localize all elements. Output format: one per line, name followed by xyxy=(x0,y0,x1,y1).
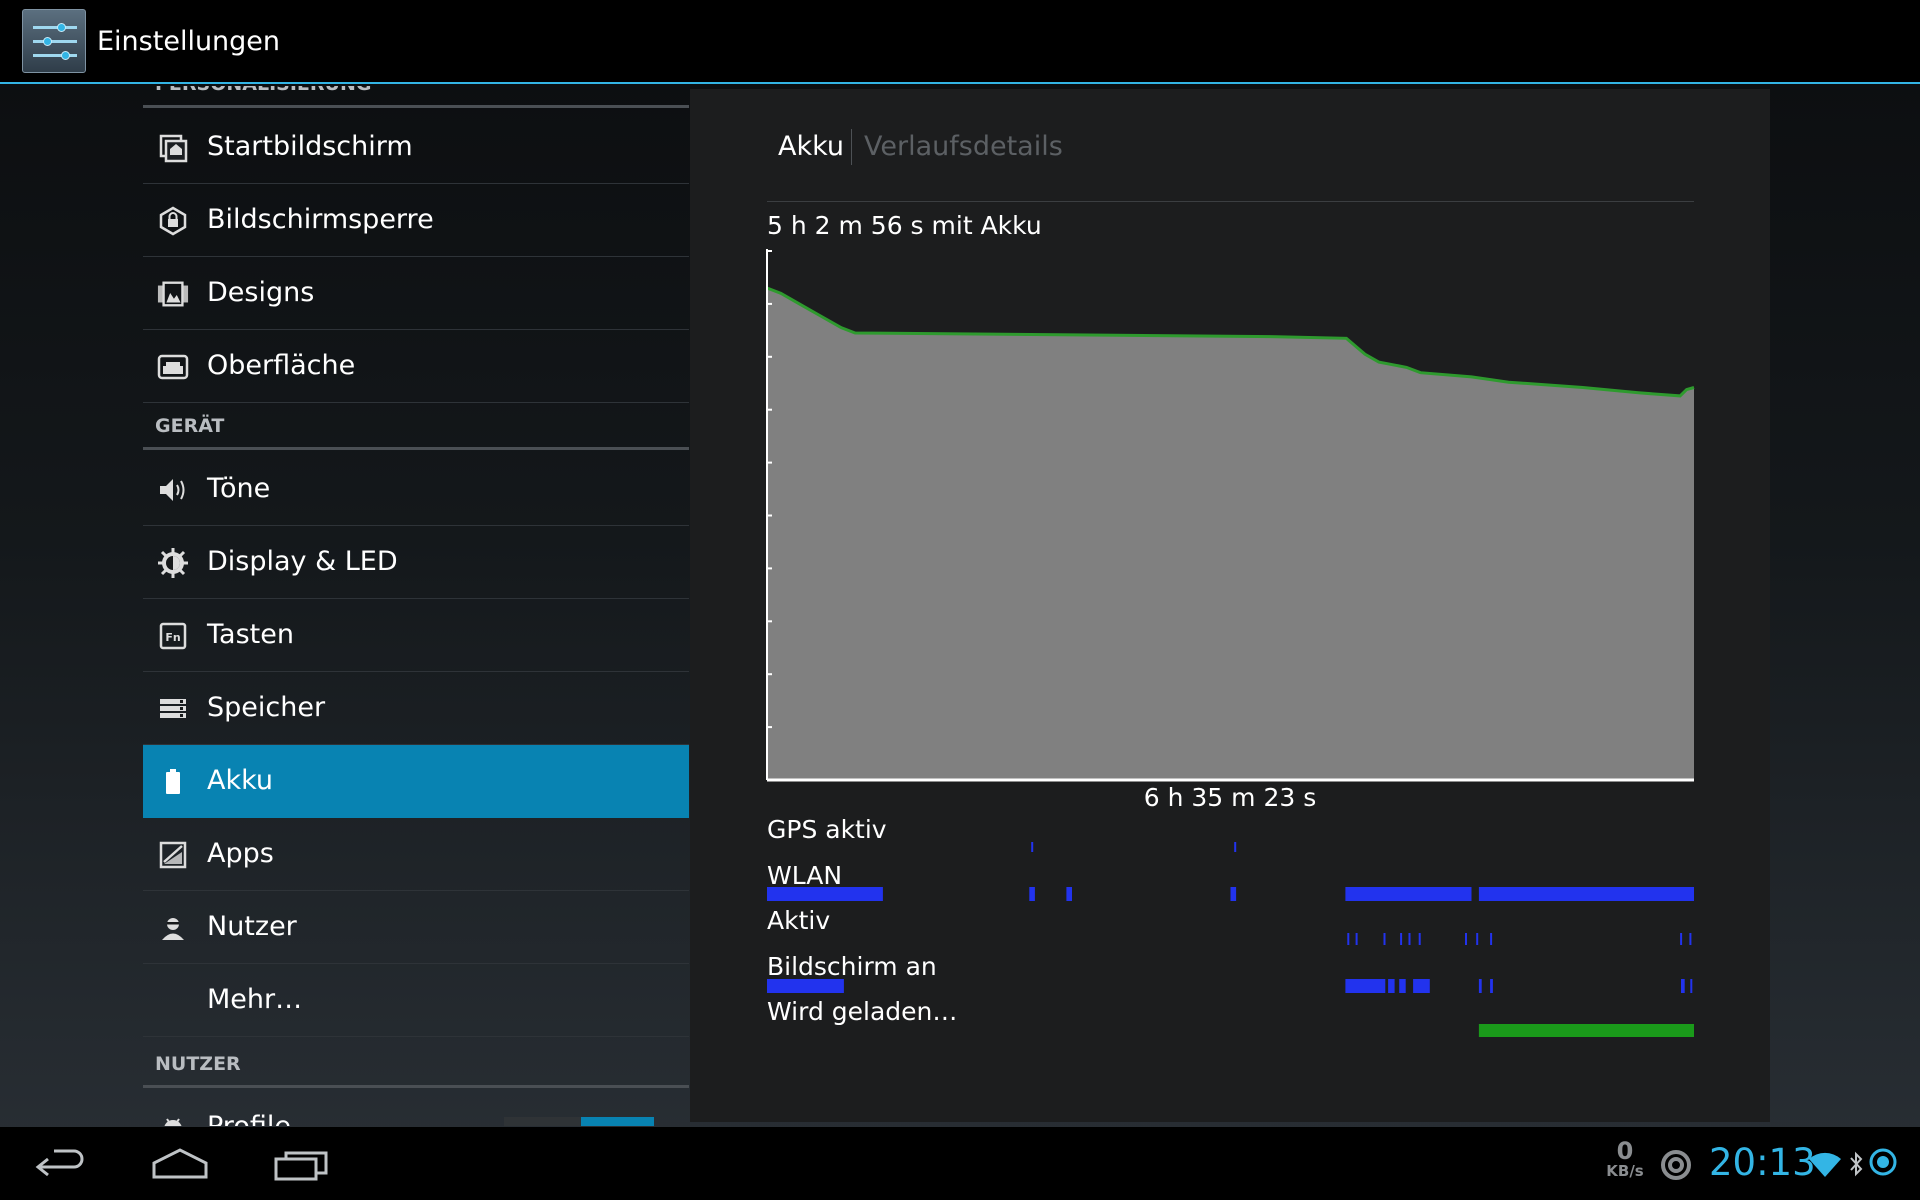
list-item-label: Designs xyxy=(207,277,315,308)
track-segment xyxy=(1478,887,1694,901)
list-item-akku[interactable]: Akku xyxy=(143,745,689,818)
brightness-icon xyxy=(157,547,189,579)
clock: 20:13 xyxy=(1709,1141,1816,1184)
list-item-nutzer[interactable]: Nutzer xyxy=(143,891,689,964)
track-label: Bildschirm an xyxy=(767,952,937,981)
list-item-label: Nutzer xyxy=(207,911,297,942)
storage-icon xyxy=(157,693,189,725)
track-segment xyxy=(1230,887,1237,901)
svg-text:Fn: Fn xyxy=(165,631,180,644)
list-item-label: Speicher xyxy=(207,692,326,723)
list-item-startbildschirm[interactable]: Startbildschirm xyxy=(143,111,689,184)
list-item-label: Display & LED xyxy=(207,546,398,577)
list-item-toene[interactable]: Töne xyxy=(143,453,689,526)
list-item-label: Startbildschirm xyxy=(207,131,413,162)
track-segment xyxy=(1345,887,1472,901)
track-segment xyxy=(1418,933,1421,945)
list-item-label: Mehr… xyxy=(207,984,303,1015)
theme-icon xyxy=(157,278,189,310)
navigation-bar: 0 KB/s 20:13 xyxy=(0,1127,1920,1200)
home-icon[interactable] xyxy=(150,1145,210,1185)
track-segment xyxy=(1476,933,1479,945)
profile-toggle[interactable]: AN xyxy=(504,1117,654,1126)
track-segment xyxy=(1355,933,1358,945)
fn-key-icon: Fn xyxy=(157,620,189,652)
settings-list[interactable]: PERSONALISIERUNG Startbildschirm Bildsch… xyxy=(143,86,689,1126)
settings-sliders-icon[interactable] xyxy=(22,9,86,73)
home-screen-icon xyxy=(157,132,189,164)
sync-spiral-icon xyxy=(1660,1149,1692,1181)
list-item-display[interactable]: Display & LED xyxy=(143,526,689,599)
track-segment xyxy=(1408,933,1411,945)
list-item-label: Töne xyxy=(207,473,271,504)
network-speed-value: 0 xyxy=(1616,1137,1634,1165)
track-segment xyxy=(1690,979,1693,993)
track-segment xyxy=(1490,933,1493,945)
list-item-label: Bildschirmsperre xyxy=(207,204,434,235)
section-header-user: NUTZER xyxy=(143,1042,689,1088)
back-arrow-icon[interactable] xyxy=(30,1145,90,1185)
track-segment xyxy=(1399,979,1406,993)
network-speed-unit: KB/s xyxy=(1606,1162,1644,1180)
track-segment xyxy=(1478,1024,1694,1037)
action-bar: Einstellungen xyxy=(0,0,1920,84)
battery-level-area xyxy=(767,288,1694,780)
battery-icon xyxy=(157,766,189,798)
battery-status-icon xyxy=(1868,1147,1898,1177)
lock-icon xyxy=(157,205,189,237)
list-item-bildschirmsperre[interactable]: Bildschirmsperre xyxy=(143,184,689,257)
list-item-label: Apps xyxy=(207,838,274,869)
track-segment xyxy=(1383,933,1386,945)
list-item-apps[interactable]: Apps xyxy=(143,818,689,891)
apps-icon xyxy=(157,839,189,871)
wifi-icon xyxy=(1808,1149,1842,1179)
track-segment xyxy=(1478,979,1482,993)
list-item-label: Tasten xyxy=(207,619,294,650)
track-segment xyxy=(1400,933,1403,945)
track-segment xyxy=(1347,933,1350,945)
track-label: WLAN xyxy=(767,861,843,890)
list-item-mehr[interactable]: Mehr… xyxy=(143,964,689,1037)
app-title: Einstellungen xyxy=(97,26,281,57)
total-time-label: 6 h 35 m 23 s xyxy=(1143,783,1317,812)
track-segment xyxy=(1689,933,1692,945)
track-segment xyxy=(1465,933,1467,945)
list-item-profile[interactable]: Profile AN xyxy=(143,1091,689,1126)
list-item-label: Profile xyxy=(207,1111,291,1126)
track-label: Aktiv xyxy=(767,906,831,935)
track-segment xyxy=(1413,979,1430,993)
toggle-on-label: AN xyxy=(581,1117,654,1126)
track-label: Wird geladen… xyxy=(767,997,958,1026)
list-item-speicher[interactable]: Speicher xyxy=(143,672,689,745)
track-label: GPS aktiv xyxy=(767,815,887,844)
track-segment xyxy=(767,979,844,993)
recent-apps-icon[interactable] xyxy=(272,1145,332,1185)
section-header-personal: PERSONALISIERUNG xyxy=(143,86,689,108)
section-header-device: GERÄT xyxy=(143,404,689,450)
list-item-designs[interactable]: Designs xyxy=(143,257,689,330)
track-segment xyxy=(1345,979,1386,993)
track-segment xyxy=(1029,887,1035,901)
battery-detail-pane: Akku Verlaufsdetails 5 h 2 m 56 s mit Ak… xyxy=(690,89,1770,1122)
speaker-icon xyxy=(157,474,189,506)
track-segment xyxy=(1681,979,1685,993)
user-icon xyxy=(157,912,189,944)
list-item-oberflaeche[interactable]: Oberfläche xyxy=(143,330,689,403)
track-segment xyxy=(1066,887,1072,901)
network-speed: 0 KB/s xyxy=(1597,1139,1653,1179)
list-item-label: Oberfläche xyxy=(207,350,356,381)
android-icon xyxy=(157,1112,189,1126)
interface-icon xyxy=(157,351,189,383)
list-item-label: Akku xyxy=(207,765,274,796)
track-segment xyxy=(1388,979,1395,993)
track-segment xyxy=(1234,842,1237,852)
track-segment xyxy=(1031,842,1034,852)
track-segment xyxy=(1680,933,1683,945)
bluetooth-icon xyxy=(1848,1149,1864,1179)
list-item-tasten[interactable]: Fn Tasten xyxy=(143,599,689,672)
track-segment xyxy=(1490,979,1493,993)
